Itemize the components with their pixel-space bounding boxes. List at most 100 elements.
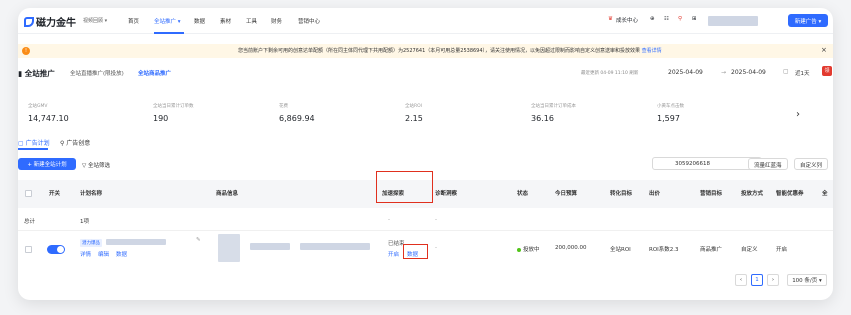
page-title: ▮ 全站推广 bbox=[18, 68, 55, 79]
search-input[interactable]: 3059206618 ⌕ bbox=[652, 157, 762, 170]
row-details-link[interactable]: 详情 bbox=[80, 250, 91, 258]
accel-enable-link[interactable]: 开启 bbox=[388, 250, 399, 258]
metric-label-gmv: 全站GMV bbox=[28, 104, 48, 109]
product-title-redacted-1 bbox=[250, 243, 290, 250]
warning-icon: ! bbox=[22, 47, 30, 55]
nav-active-indicator bbox=[154, 32, 184, 34]
edit-name-icon[interactable]: ✎ bbox=[196, 237, 201, 243]
col-smart-coupon[interactable]: 智能优惠券 bbox=[776, 189, 804, 197]
metric-label-roi: 全站ROI bbox=[405, 104, 422, 109]
total-diag-dash: - bbox=[435, 217, 437, 223]
notice-message: 您当前账户下剩余可用的创意达单配额（所在同主体同代理下共用配额）为2527641… bbox=[238, 48, 641, 54]
col-conversion-goal[interactable]: 转化目标 bbox=[610, 189, 632, 197]
metric-label-spend: 花费 bbox=[279, 104, 288, 109]
growth-center-link[interactable]: 成长中心 bbox=[616, 16, 638, 24]
apps-icon[interactable]: ⊞ bbox=[692, 16, 697, 22]
top-navigation: 磁力金牛 视频回顾 ▾ 首页 全站推广 ▾ 数据 素材 工具 财务 营销中心 ♛… bbox=[18, 8, 833, 34]
tab-product-promotion[interactable]: 全站商品推广 bbox=[138, 69, 171, 77]
tab-ad-plans[interactable]: ▢ 广告计划 bbox=[18, 138, 50, 147]
bid-value[interactable]: ROI系数2.3 bbox=[649, 245, 679, 253]
account-switcher[interactable]: 视频回顾 ▾ bbox=[83, 17, 107, 24]
delivery-method-value: 自定义 bbox=[741, 247, 758, 253]
smart-coupon-value: 开启 bbox=[776, 247, 788, 253]
highlight-accel-header bbox=[376, 171, 433, 203]
select-all-checkbox[interactable] bbox=[25, 190, 32, 197]
col-marketing-goal[interactable]: 营销目标 bbox=[700, 189, 722, 197]
page-size-select[interactable]: 100 条/页 ▾ bbox=[787, 274, 827, 286]
col-product-info: 商品信息 bbox=[216, 191, 239, 197]
nav-material[interactable]: 素材 bbox=[220, 17, 231, 25]
metric-label-order-cost: 全站当日累计订单成本 bbox=[531, 104, 576, 109]
traffic-analysis-button[interactable]: 流量红蓝海 bbox=[748, 158, 788, 170]
metric-label-cart-clicks: 小黄车点击数 bbox=[657, 104, 684, 109]
col-switch: 开关 bbox=[49, 191, 61, 197]
col-status[interactable]: 状态 bbox=[517, 189, 528, 197]
date-start[interactable]: 2025-04-09 bbox=[668, 69, 703, 76]
nav-marketing-center[interactable]: 营销中心 bbox=[298, 17, 320, 25]
range-quick-select[interactable]: 近1天 bbox=[795, 69, 810, 77]
last-updated-text[interactable]: 最近更新 04-09 11:10 刷新 bbox=[581, 70, 638, 76]
total-label: 总计 bbox=[24, 219, 36, 225]
new-ad-button[interactable]: 新建广告 ▾ bbox=[788, 14, 828, 27]
col-plan-name[interactable]: 计划名称 bbox=[80, 189, 102, 197]
page-title-text: 全站推广 bbox=[24, 69, 55, 78]
close-icon[interactable]: × bbox=[821, 46, 827, 54]
pagination-next[interactable]: › bbox=[767, 274, 779, 286]
metric-value-roi: 2.15 bbox=[405, 114, 423, 123]
potential-hit-badge: 潜力爆品 bbox=[80, 239, 102, 247]
row-edit-link[interactable]: 编辑 bbox=[98, 250, 109, 258]
brand-logo[interactable]: 磁力金牛 bbox=[24, 14, 76, 29]
brand-name: 磁力金牛 bbox=[36, 18, 76, 29]
chevron-right-icon[interactable]: › bbox=[796, 109, 800, 120]
nav-omni-promotion[interactable]: 全站推广 ▾ bbox=[154, 17, 181, 25]
plan-toggle-switch[interactable] bbox=[47, 245, 65, 254]
col-diagnosis[interactable]: 诊断洞察 bbox=[435, 189, 457, 197]
title-bar-icon: ▮ bbox=[18, 69, 25, 78]
notification-icon[interactable]: ⚲ bbox=[678, 16, 682, 22]
metric-label-orders: 全站当日累计订单数 bbox=[153, 104, 194, 109]
subtab-active-indicator bbox=[18, 148, 48, 150]
document-icon[interactable]: ☷ bbox=[664, 16, 669, 22]
diagnosis-value: - bbox=[435, 245, 437, 251]
total-accel-dash: - bbox=[388, 217, 390, 223]
daily-budget-value[interactable]: 200,000.00 bbox=[555, 245, 587, 251]
status-badge: 投放中 bbox=[517, 245, 540, 253]
marketing-goal-value: 商品推广 bbox=[700, 247, 723, 253]
metric-value-order-cost: 36.16 bbox=[531, 114, 554, 123]
custom-columns-button[interactable]: 自定义列 bbox=[794, 158, 829, 170]
row-data-link[interactable]: 数据 bbox=[116, 250, 127, 258]
status-dot-icon bbox=[517, 247, 521, 252]
add-icon[interactable]: ⊕ bbox=[650, 16, 655, 22]
search-input-value: 3059206618 bbox=[675, 161, 710, 167]
plan-name-redacted[interactable] bbox=[106, 239, 166, 245]
col-daily-budget[interactable]: 今日预算 bbox=[555, 189, 577, 197]
col-bid[interactable]: 出价 bbox=[649, 189, 660, 197]
tab-ad-creatives[interactable]: ⚲ 广告创意 bbox=[60, 138, 90, 147]
notice-details-link[interactable]: 查看详情 bbox=[642, 48, 662, 54]
notice-text: 您当前账户下剩余可用的创意达单配额（所在同主体同代理下共用配额）为2527641… bbox=[238, 47, 662, 54]
product-thumbnail[interactable] bbox=[218, 234, 240, 262]
date-end[interactable]: 2025-04-09 bbox=[731, 69, 766, 76]
row-checkbox[interactable] bbox=[25, 246, 32, 253]
pagination-prev[interactable]: ‹ bbox=[735, 274, 747, 286]
tab-live-promotion[interactable]: 全站直播推广(限投放) bbox=[70, 69, 124, 77]
nav-home[interactable]: 首页 bbox=[128, 17, 139, 25]
date-separator: → bbox=[721, 69, 727, 76]
status-text: 投放中 bbox=[523, 247, 540, 253]
metric-value-orders: 190 bbox=[153, 114, 169, 123]
new-plan-button[interactable]: + 新建全站计划 bbox=[18, 158, 76, 170]
growth-center-icon: ♛ bbox=[608, 16, 613, 22]
app-window: 磁力金牛 视频回顾 ▾ 首页 全站推广 ▾ 数据 素材 工具 财务 营销中心 ♛… bbox=[18, 8, 833, 300]
col-delivery-method[interactable]: 投放方式 bbox=[741, 189, 763, 197]
filter-button[interactable]: ▽ 全站筛选 bbox=[82, 161, 110, 169]
user-info-redacted[interactable] bbox=[708, 16, 758, 26]
nav-finance[interactable]: 财务 bbox=[271, 17, 282, 25]
nav-tools[interactable]: 工具 bbox=[246, 17, 257, 25]
gift-icon[interactable]: 领 bbox=[822, 66, 832, 76]
metric-value-cart-clicks: 1,597 bbox=[657, 114, 680, 123]
logo-icon bbox=[24, 16, 34, 27]
calendar-icon[interactable]: ▢ bbox=[783, 68, 789, 75]
pagination-page-1[interactable]: 1 bbox=[751, 274, 763, 286]
highlight-accel-data-link bbox=[403, 244, 428, 259]
nav-data[interactable]: 数据 bbox=[194, 17, 205, 25]
